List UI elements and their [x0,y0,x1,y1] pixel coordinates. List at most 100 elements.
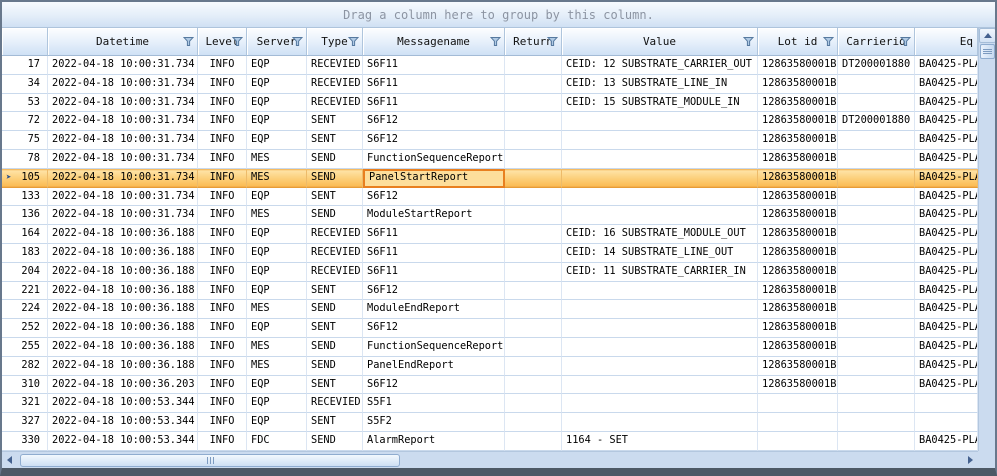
cell-carrierid[interactable] [838,150,915,169]
cell-messagename[interactable]: FunctionSequenceReport [363,150,505,169]
table-row[interactable]: 1362022-04-18 10:00:31.734INFOMESSENDMod… [2,206,978,225]
cell-level[interactable]: INFO [198,56,247,75]
cell-row-number[interactable]: 34 [2,75,48,94]
filter-icon[interactable] [743,36,754,47]
cell-row-number[interactable]: 224 [2,300,48,319]
cell-server[interactable]: MES [247,206,307,225]
cell-carrierid[interactable] [838,357,915,376]
cell-value[interactable] [562,112,758,131]
cell-lotid[interactable]: 12863580001B [758,131,838,150]
cell-datetime[interactable]: 2022-04-18 10:00:36.188 [48,282,198,301]
cell-level[interactable]: INFO [198,188,247,207]
cell-row-number[interactable]: 330 [2,432,48,451]
cell-messagename[interactable]: S6F11 [363,263,505,282]
cell-carrierid[interactable] [838,206,915,225]
group-by-panel[interactable]: Drag a column here to group by this colu… [2,2,995,28]
cell-type[interactable]: SEND [307,338,363,357]
cell-datetime[interactable]: 2022-04-18 10:00:36.188 [48,338,198,357]
table-row[interactable]: 1642022-04-18 10:00:36.188INFOEQPRECEVIE… [2,225,978,244]
cell-type[interactable]: SEND [307,150,363,169]
cell-level[interactable]: INFO [198,263,247,282]
cell-lotid[interactable]: 12863580001B [758,94,838,113]
cell-messagename[interactable]: FunctionSequenceReport [363,338,505,357]
cell-eq[interactable]: BA0425-PLA [915,150,978,169]
cell-row-number[interactable]: 105➤ [2,169,48,188]
cell-value[interactable] [562,413,758,432]
filter-icon[interactable] [183,36,194,47]
filter-icon[interactable] [232,36,243,47]
cell-server[interactable]: EQP [247,188,307,207]
column-header-messagename[interactable]: Messagename [363,28,505,56]
cell-eq[interactable] [915,413,978,432]
cell-row-number[interactable]: 310 [2,376,48,395]
cell-value[interactable]: CEID: 14 SUBSTRATE_LINE_OUT [562,244,758,263]
column-header-return[interactable]: Return [505,28,562,56]
cell-server[interactable]: EQP [247,413,307,432]
cell-level[interactable]: INFO [198,432,247,451]
cell-datetime[interactable]: 2022-04-18 10:00:53.344 [48,432,198,451]
cell-carrierid[interactable] [838,225,915,244]
column-header-eq[interactable]: Eq [915,28,978,56]
cell-level[interactable]: INFO [198,169,247,188]
cell-lotid[interactable]: 12863580001B [758,169,838,188]
cell-lotid[interactable]: 12863580001B [758,225,838,244]
cell-type[interactable]: SENT [307,376,363,395]
cell-type[interactable]: SENT [307,188,363,207]
cell-server[interactable]: MES [247,169,307,188]
cell-messagename[interactable]: S5F1 [363,394,505,413]
cell-value[interactable]: CEID: 13 SUBSTRATE_LINE_IN [562,75,758,94]
cell-lotid[interactable]: 12863580001B [758,357,838,376]
cell-row-number[interactable]: 78 [2,150,48,169]
column-header-level[interactable]: Level [198,28,247,56]
column-header-indicator[interactable] [2,28,48,56]
table-row[interactable]: 2822022-04-18 10:00:36.188INFOMESSENDPan… [2,357,978,376]
cell-server[interactable]: EQP [247,376,307,395]
horizontal-scrollbar[interactable] [2,451,978,468]
cell-level[interactable]: INFO [198,300,247,319]
cell-row-number[interactable]: 327 [2,413,48,432]
cell-lotid[interactable]: 12863580001B [758,244,838,263]
cell-messagename[interactable]: ModuleEndReport [363,300,505,319]
cell-return[interactable] [505,75,562,94]
cell-messagename[interactable]: S5F2 [363,413,505,432]
cell-carrierid[interactable] [838,376,915,395]
cell-datetime[interactable]: 2022-04-18 10:00:36.188 [48,319,198,338]
cell-carrierid[interactable] [838,319,915,338]
cell-value[interactable] [562,188,758,207]
cell-carrierid[interactable] [838,94,915,113]
cell-datetime[interactable]: 2022-04-18 10:00:36.188 [48,244,198,263]
cell-eq[interactable]: BA0425-PLA [915,206,978,225]
cell-value[interactable]: CEID: 12 SUBSTRATE_CARRIER_OUT [562,56,758,75]
cell-server[interactable]: EQP [247,131,307,150]
cell-value[interactable] [562,150,758,169]
cell-row-number[interactable]: 72 [2,112,48,131]
cell-messagename[interactable]: S6F11 [363,225,505,244]
cell-server[interactable]: EQP [247,94,307,113]
table-row[interactable]: 2522022-04-18 10:00:36.188INFOEQPSENTS6F… [2,319,978,338]
cell-eq[interactable]: BA0425-PLA [915,432,978,451]
cell-return[interactable] [505,376,562,395]
table-row[interactable]: 3102022-04-18 10:00:36.203INFOEQPSENTS6F… [2,376,978,395]
cell-lotid[interactable]: 12863580001B [758,150,838,169]
cell-carrierid[interactable] [838,432,915,451]
cell-lotid[interactable]: 12863580001B [758,319,838,338]
cell-value[interactable] [562,357,758,376]
cell-lotid[interactable]: 12863580001B [758,56,838,75]
cell-messagename[interactable]: S6F12 [363,282,505,301]
cell-lotid[interactable]: 12863580001B [758,263,838,282]
cell-eq[interactable]: BA0425-PLA [915,263,978,282]
cell-row-number[interactable]: 53 [2,94,48,113]
cell-carrierid[interactable] [838,75,915,94]
cell-carrierid[interactable] [838,413,915,432]
cell-type[interactable]: SEND [307,357,363,376]
cell-messagename[interactable]: S6F11 [363,244,505,263]
cell-messagename[interactable]: S6F11 [363,94,505,113]
cell-type[interactable]: SENT [307,413,363,432]
cell-value[interactable] [562,282,758,301]
cell-return[interactable] [505,300,562,319]
table-row[interactable]: 2552022-04-18 10:00:36.188INFOMESSENDFun… [2,338,978,357]
cell-server[interactable]: MES [247,150,307,169]
cell-return[interactable] [505,112,562,131]
cell-type[interactable]: SENT [307,319,363,338]
cell-eq[interactable]: BA0425-PLA [915,300,978,319]
